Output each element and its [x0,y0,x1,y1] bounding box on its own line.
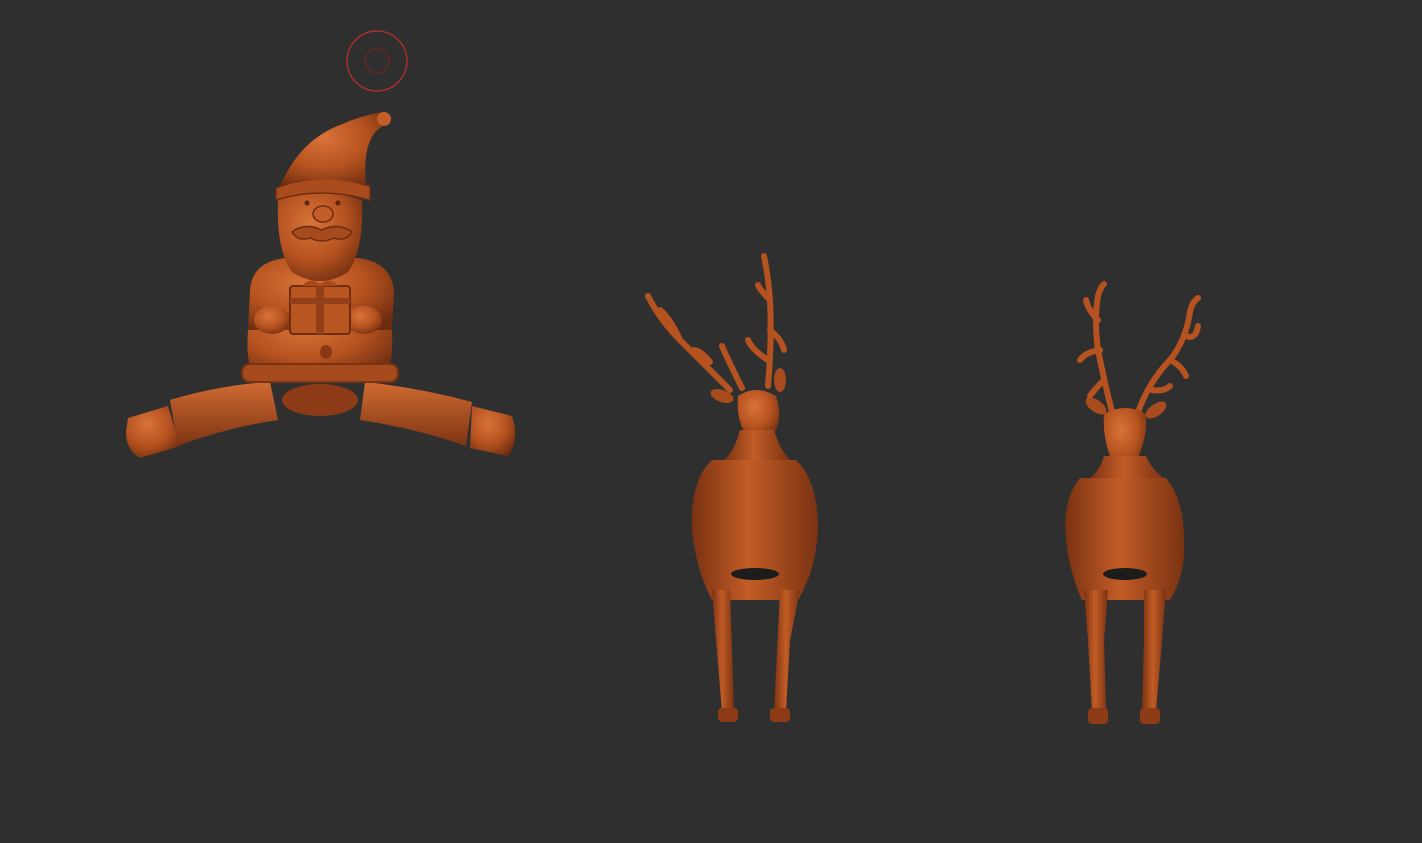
santa-left-eye [304,200,310,206]
sculpt-viewport[interactable] [0,0,1422,843]
santa-gnome-model[interactable] [126,112,516,458]
reindeer-b-left-leg [1084,590,1108,712]
brush-inner-ring [364,48,390,74]
reindeer-b-neck [1090,456,1164,478]
reindeer-b-right-ear [1145,401,1167,419]
reindeer-b-model[interactable] [1065,281,1201,724]
gift-ribbon-vertical [316,286,324,334]
reindeer-b-antlers [1077,281,1201,415]
santa-right-hand [346,306,382,334]
brush-outer-ring [346,30,408,92]
santa-belt [241,363,399,383]
brush-cursor [346,30,408,92]
santa-right-boot [470,406,516,456]
reindeer-a-neck [724,430,790,460]
reindeer-a-right-hoof [770,708,790,722]
reindeer-a-left-hoof [718,708,738,722]
santa-button [320,345,332,359]
santa-nose [312,205,334,223]
reindeer-b-chest [1065,478,1185,600]
santa-right-leg [360,382,472,446]
reindeer-b-belly-shadow [1103,568,1147,580]
santa-left-boot [126,406,180,458]
santa-seat [282,384,358,416]
reindeer-a-belly-shadow [731,568,779,580]
reindeer-b-right-hoof [1140,708,1160,724]
reindeer-a-antlers [645,253,787,393]
reindeer-a-left-leg [712,590,734,712]
santa-left-leg [170,382,278,446]
reindeer-b-left-hoof [1088,708,1108,724]
reindeer-b-right-leg [1142,590,1166,712]
santa-hat-tip [377,112,391,126]
santa-left-hand [254,306,290,334]
reindeer-a-right-ear [774,368,786,392]
santa-right-eye [335,200,341,206]
reindeer-a-right-leg [774,590,800,712]
viewport-canvas[interactable] [0,0,1422,843]
gift-ribbon-horizontal [290,298,350,304]
reindeer-a-model[interactable] [645,253,818,722]
santa-hat [280,112,388,186]
